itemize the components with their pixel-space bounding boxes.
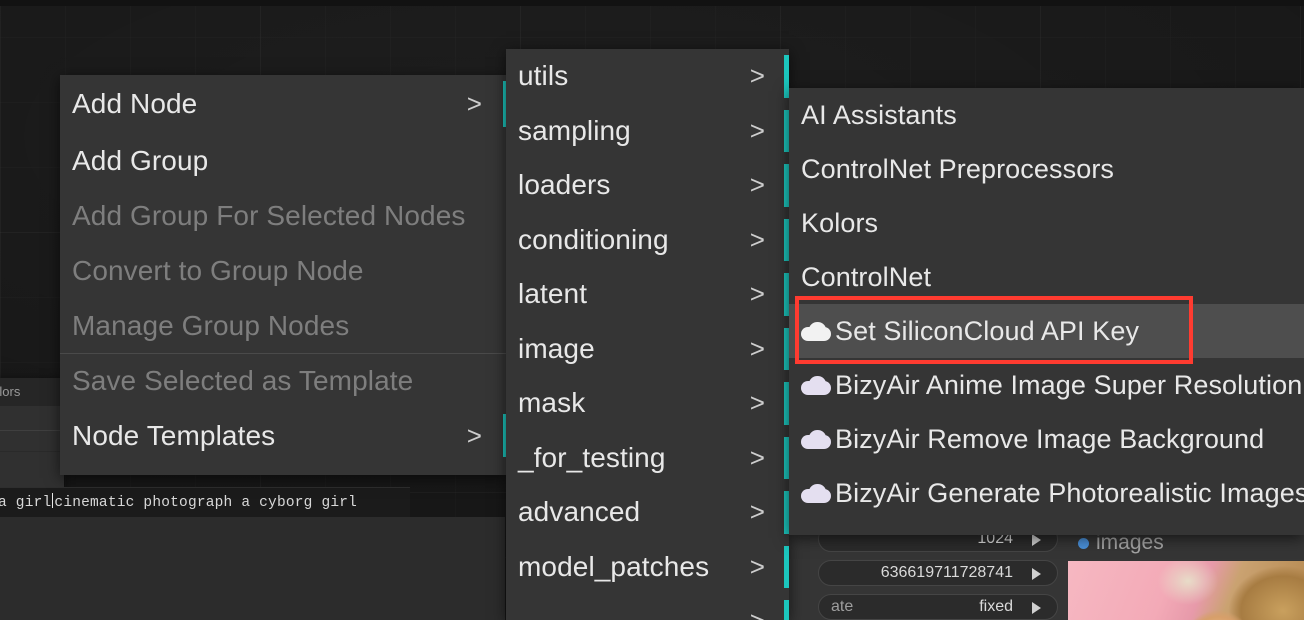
menu-item-label: image (518, 332, 595, 364)
chevron-right-icon: > (749, 169, 765, 200)
cloud-icon (801, 483, 831, 503)
submenu-item-mask[interactable]: mask > (506, 376, 789, 431)
menu-item-convert-to-group-node: Convert to Group Node (60, 243, 508, 298)
node-list-submenu[interactable]: AI Assistants ControlNet Preprocessors K… (789, 88, 1304, 535)
menu-item-label: Node Templates (72, 419, 276, 451)
chevron-right-icon: > (750, 606, 765, 620)
cloud-icon (801, 375, 831, 395)
menu-item-label: BizyAir Generate Photorealistic Images (835, 477, 1304, 508)
submenu-item-bizyair-remove-image-background[interactable]: BizyAir Remove Image Background (789, 412, 1304, 466)
submenu-item-controlnet-preprocessors[interactable]: ControlNet Preprocessors (789, 142, 1304, 196)
window-top-strip (0, 0, 1304, 6)
menu-item-manage-group-nodes: Manage Group Nodes (60, 298, 508, 353)
image-preview-thumbnail[interactable] (1068, 561, 1304, 620)
widget-label: ate (831, 598, 854, 615)
menu-item-label: latent (518, 278, 588, 310)
chevron-right-icon: > (749, 278, 765, 309)
submenu-accent-bar (784, 545, 789, 588)
submenu-item-model-patches[interactable]: model_patches > (506, 540, 789, 595)
background-node-kolors[interactable]: Air Kolors (0, 378, 64, 500)
chevron-right-icon: > (749, 224, 765, 255)
widget-value: 636619711728741 (880, 564, 1013, 581)
menu-item-label: BizyAir Remove Image Background (835, 423, 1265, 454)
submenu-item-controlnet[interactable]: ControlNet (789, 250, 1304, 304)
menu-item-add-node[interactable]: Add Node > (60, 75, 508, 133)
submenu-item-loaders[interactable]: loaders > (506, 158, 789, 213)
prompt-text-field[interactable]: a girl cinematic photograph a cyborg girl (0, 487, 410, 517)
chevron-right-icon[interactable] (1032, 568, 1041, 580)
chevron-right-icon: > (466, 88, 482, 119)
chevron-right-icon[interactable] (1032, 602, 1041, 614)
menu-item-label: ControlNet (801, 261, 932, 292)
submenu-item-latent[interactable]: latent > (506, 267, 789, 322)
prompt-panel-background (0, 517, 505, 620)
chevron-right-icon: > (749, 496, 765, 527)
menu-item-label: ControlNet Preprocessors (801, 153, 1115, 184)
submenu-item-bizyair-generate-photorealistic-images[interactable]: BizyAir Generate Photorealistic Images (789, 466, 1304, 520)
menu-item-label: AI Assistants (801, 99, 957, 130)
add-node-category-submenu[interactable]: utils > sampling > loaders > conditionin… (506, 49, 789, 620)
submenu-item-sampling[interactable]: sampling > (506, 104, 789, 159)
menu-item-label: _for_testing (518, 441, 666, 473)
chevron-right-icon: > (749, 60, 765, 91)
menu-item-node-templates[interactable]: Node Templates > (60, 408, 508, 463)
menu-item-label: Kolors (801, 207, 879, 238)
submenu-item-kolors[interactable]: Kolors (789, 196, 1304, 250)
submenu-item-utils[interactable]: utils > (506, 49, 789, 104)
submenu-item-for-testing[interactable]: _for_testing > (506, 431, 789, 486)
chevron-right-icon: > (749, 387, 765, 418)
submenu-item-ai-assistants[interactable]: AI Assistants (789, 88, 1304, 142)
submenu-item-bizyair-anime-super-resolution[interactable]: BizyAir Anime Image Super Resolution (789, 358, 1304, 412)
node-title: Air Kolors (0, 378, 64, 406)
node-widget-row[interactable] (0, 430, 64, 452)
submenu-item-partial[interactable]: > (506, 594, 789, 620)
output-slot-dot-icon[interactable] (1078, 538, 1089, 549)
chevron-right-icon[interactable] (1032, 534, 1041, 546)
menu-item-add-group[interactable]: Add Group (60, 133, 508, 188)
chevron-right-icon: > (749, 551, 765, 582)
menu-item-label: sampling (518, 114, 631, 146)
submenu-item-image[interactable]: image > (506, 322, 789, 377)
submenu-accent-bar (784, 600, 789, 620)
menu-item-label: Save Selected as Template (72, 365, 414, 396)
menu-item-label: BizyAir Anime Image Super Resolution (835, 369, 1303, 400)
chevron-right-icon: > (466, 420, 482, 450)
chevron-right-icon: > (749, 442, 765, 473)
menu-item-label: mask (518, 387, 586, 419)
widget-control-after-generate[interactable]: ate fixed (818, 594, 1058, 620)
menu-item-label: advanced (518, 496, 641, 528)
widget-value: fixed (979, 598, 1013, 615)
submenu-item-set-siliconcloud-api-key[interactable]: Set SiliconCloud API Key (789, 304, 1304, 358)
menu-item-label: Add Group For Selected Nodes (72, 199, 466, 231)
menu-item-label: Add Node (72, 88, 198, 119)
menu-item-label: Set SiliconCloud API Key (835, 315, 1140, 346)
menu-item-save-selected-as-template: Save Selected as Template (60, 353, 508, 408)
menu-item-label: conditioning (518, 223, 669, 255)
submenu-item-conditioning[interactable]: conditioning > (506, 213, 789, 268)
prompt-text-after: cinematic photograph a cyborg girl (54, 495, 358, 511)
cloud-icon (801, 429, 831, 449)
background-node-images[interactable]: images (1068, 525, 1304, 620)
prompt-text-before: a girl (0, 495, 52, 511)
menu-item-label: utils (518, 60, 569, 92)
canvas-context-menu[interactable]: Add Node > Add Group Add Group For Selec… (60, 75, 508, 475)
cloud-icon (801, 321, 831, 341)
chevron-right-icon: > (749, 333, 765, 364)
submenu-item-advanced[interactable]: advanced > (506, 485, 789, 540)
menu-item-label: model_patches (518, 550, 710, 582)
widget-seed[interactable]: 636619711728741 (818, 560, 1058, 586)
node-body (0, 406, 64, 452)
menu-item-add-group-for-selected-nodes: Add Group For Selected Nodes (60, 188, 508, 243)
menu-item-label: Convert to Group Node (72, 254, 364, 286)
menu-item-label: Add Group (72, 144, 209, 176)
menu-item-label: Manage Group Nodes (72, 309, 350, 341)
menu-item-label: loaders (518, 169, 611, 201)
chevron-right-icon: > (749, 115, 765, 146)
